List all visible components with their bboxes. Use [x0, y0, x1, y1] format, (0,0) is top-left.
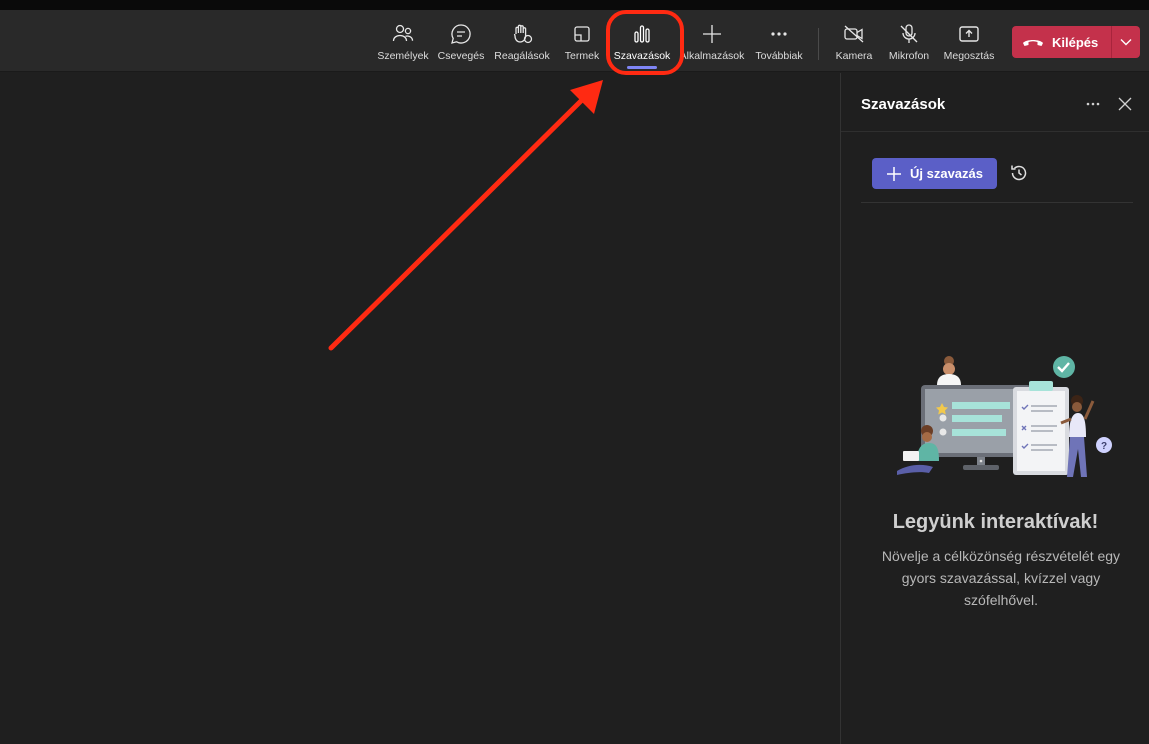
- microphone-button[interactable]: Mikrofon: [884, 10, 934, 72]
- leave-button[interactable]: Kilépés: [1012, 26, 1112, 58]
- toolbar-divider: [818, 28, 819, 60]
- more-label: Továbbiak: [755, 50, 803, 62]
- chat-button[interactable]: Csevegés: [436, 10, 486, 72]
- history-icon[interactable]: [1009, 163, 1029, 183]
- annotation-arrow-head: [570, 80, 603, 114]
- empty-state-title: Legyünk interaktívak!: [892, 511, 1099, 533]
- reactions-label: Reagálások: [494, 50, 550, 62]
- new-poll-button[interactable]: Új szavazás: [872, 158, 997, 189]
- more-button[interactable]: Továbbiak: [752, 10, 806, 72]
- interactive-illustration: ?: [897, 356, 1112, 477]
- close-icon[interactable]: [1117, 96, 1133, 112]
- rooms-icon: [574, 26, 590, 42]
- rooms-button[interactable]: Termek: [560, 10, 604, 72]
- chat-icon: [451, 24, 471, 44]
- chevron-down-icon: [1120, 39, 1132, 46]
- mic-off-icon: [900, 24, 918, 43]
- leave-options-button[interactable]: [1112, 26, 1140, 58]
- people-icon: [392, 24, 414, 42]
- leave-button-group: Kilépés: [1012, 26, 1140, 58]
- hang-up-icon: [1023, 40, 1043, 46]
- apps-label: Alkalmazások: [679, 50, 745, 62]
- apps-button[interactable]: Alkalmazások: [680, 10, 744, 72]
- camera-button[interactable]: Kamera: [832, 10, 876, 72]
- panel-header: Szavazások: [841, 73, 1149, 132]
- meeting-toolbar: Személyek Csevegés Reagálások Termek Sza…: [0, 10, 1149, 72]
- leave-label: Kilépés: [1052, 34, 1099, 50]
- raise-hand-icon: [513, 24, 533, 44]
- panel-separator: [861, 202, 1133, 203]
- camera-off-icon: [844, 25, 864, 43]
- empty-state-description: Növelje a célközönség részvételét egy gy…: [881, 548, 1121, 608]
- plus-icon: [887, 166, 901, 181]
- annotation-arrow-shaft: [328, 93, 589, 351]
- rooms-label: Termek: [564, 50, 600, 62]
- reactions-button[interactable]: Reagálások: [492, 10, 552, 72]
- share-icon: [959, 26, 979, 42]
- people-button[interactable]: Személyek: [376, 10, 430, 72]
- window-top-strip: [0, 0, 1149, 10]
- polls-icon: [634, 25, 650, 43]
- active-tab-indicator: [627, 66, 657, 69]
- share-button[interactable]: Megosztás: [940, 10, 998, 72]
- panel-more-icon[interactable]: [1085, 96, 1101, 112]
- more-icon: [771, 32, 787, 36]
- camera-label: Kamera: [835, 50, 873, 62]
- microphone-label: Mikrofon: [888, 50, 930, 62]
- plus-icon: [703, 25, 721, 43]
- polls-label: Szavazások: [613, 50, 671, 62]
- panel-title: Szavazások: [861, 96, 946, 113]
- new-poll-label: Új szavazás: [910, 166, 983, 181]
- polls-button[interactable]: Szavazások: [612, 10, 672, 72]
- share-label: Megosztás: [943, 50, 995, 62]
- polls-panel: Szavazások Új szavazás ? Legyünk interak…: [840, 73, 1149, 744]
- people-label: Személyek: [377, 50, 429, 62]
- svg-text:?: ?: [1101, 441, 1107, 452]
- chat-label: Csevegés: [437, 50, 485, 62]
